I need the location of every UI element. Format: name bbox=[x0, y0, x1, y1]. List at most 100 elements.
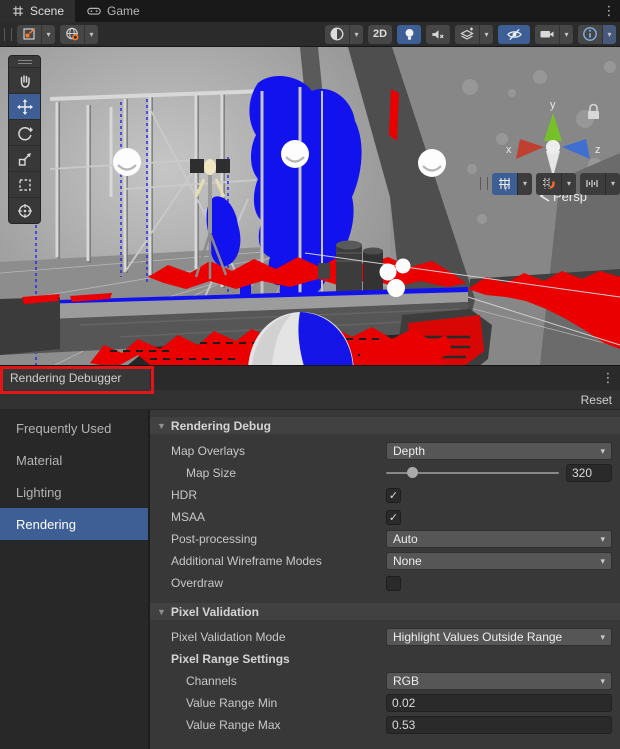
globe-icon bbox=[60, 25, 84, 44]
grid-toolbar-drag-handle[interactable] bbox=[480, 177, 488, 190]
map-size-field[interactable] bbox=[566, 464, 612, 482]
tab-game-label: Game bbox=[107, 4, 140, 18]
sidebar-item-lighting[interactable]: Lighting bbox=[0, 476, 148, 508]
row-msaa: MSAA ✓ bbox=[150, 506, 620, 528]
row-overdraw: Overdraw bbox=[150, 572, 620, 594]
foldout-triangle-icon: ▼ bbox=[157, 607, 166, 617]
grid-toolbar: Y ▾ ▾ ▾ bbox=[480, 171, 620, 196]
toolbar-drag-handle[interactable] bbox=[4, 28, 12, 41]
transform-tool-button[interactable] bbox=[9, 197, 40, 223]
channels-value: RGB bbox=[393, 674, 419, 688]
draw-mode-dropdown-arrow[interactable]: ▾ bbox=[349, 25, 363, 44]
section-title: Pixel Validation bbox=[171, 605, 259, 619]
info-icon bbox=[578, 25, 602, 44]
eye-off-icon bbox=[506, 27, 523, 42]
dropdown-arrow-icon: ▾ bbox=[600, 556, 605, 567]
row-map-size: Map Size bbox=[150, 462, 620, 484]
value-range-min-field[interactable] bbox=[386, 694, 612, 712]
dropdown-arrow-icon: ▾ bbox=[600, 446, 605, 457]
grid-plane-dropdown-arrow[interactable]: ▾ bbox=[517, 173, 532, 195]
grid-y-icon: Y bbox=[492, 173, 517, 195]
gizmos-info-button[interactable]: ▾ bbox=[578, 25, 616, 44]
camera-dropdown-arrow[interactable]: ▾ bbox=[559, 25, 573, 44]
gamepad-icon bbox=[86, 4, 102, 18]
hand-tool-button[interactable] bbox=[9, 67, 40, 93]
axis-x-label: x bbox=[506, 144, 512, 156]
gizmos-dropdown-arrow[interactable]: ▾ bbox=[602, 25, 616, 44]
camera-settings-button[interactable]: ▾ bbox=[535, 25, 573, 44]
value-range-max-field[interactable] bbox=[386, 716, 612, 734]
rendering-debugger-title: Rendering Debugger bbox=[10, 371, 121, 385]
msaa-label: MSAA bbox=[171, 510, 386, 524]
grid-snap-button[interactable]: ▾ bbox=[536, 173, 576, 195]
additional-wireframe-dropdown[interactable]: None ▾ bbox=[386, 552, 612, 570]
dropdown-arrow-icon: ▾ bbox=[600, 534, 605, 545]
msaa-checkbox[interactable]: ✓ bbox=[386, 510, 401, 525]
map-size-slider[interactable] bbox=[386, 464, 559, 482]
scene-visibility-button[interactable] bbox=[498, 25, 530, 44]
overdraw-label: Overdraw bbox=[171, 576, 386, 590]
tab-game[interactable]: Game bbox=[75, 0, 151, 22]
transform-icon bbox=[17, 203, 33, 219]
section-header-pixel-validation[interactable]: ▼ Pixel Validation bbox=[150, 603, 620, 620]
row-value-range-max: Value Range Max bbox=[150, 714, 620, 736]
effects-dropdown-arrow[interactable]: ▾ bbox=[479, 25, 493, 44]
draw-mode-button[interactable]: ▾ bbox=[325, 25, 363, 44]
debugger-body: Frequently Used Material Lighting Render… bbox=[0, 410, 620, 749]
snap-grid-icon bbox=[536, 173, 561, 195]
grid-fade-dropdown-arrow[interactable]: ▾ bbox=[605, 173, 620, 195]
rect-tool-button[interactable] bbox=[9, 171, 40, 197]
slider-handle[interactable] bbox=[407, 467, 418, 478]
scene-toolbar-right: ▾ 2D bbox=[325, 25, 616, 44]
hdr-checkbox[interactable]: ✓ bbox=[386, 488, 401, 503]
scene-toolbar: ▾ ▾ ▾ bbox=[0, 22, 620, 47]
2d-toggle-button[interactable]: 2D bbox=[368, 25, 392, 44]
audio-mute-button[interactable] bbox=[426, 25, 450, 44]
overdraw-checkbox[interactable] bbox=[386, 576, 401, 591]
move-tool-button[interactable] bbox=[9, 93, 40, 119]
scale-tool-button[interactable] bbox=[9, 145, 40, 171]
effects-button[interactable]: ▾ bbox=[455, 25, 493, 44]
post-processing-label: Post-processing bbox=[171, 532, 386, 546]
post-processing-value: Auto bbox=[393, 532, 418, 546]
rotate-tool-button[interactable] bbox=[9, 119, 40, 145]
pixel-validation-mode-label: Pixel Validation Mode bbox=[171, 630, 386, 644]
row-additional-wireframe: Additional Wireframe Modes None ▾ bbox=[150, 550, 620, 572]
post-processing-dropdown[interactable]: Auto ▾ bbox=[386, 530, 612, 548]
pixel-validation-mode-dropdown[interactable]: Highlight Values Outside Range ▾ bbox=[386, 628, 612, 646]
additional-wireframe-label: Additional Wireframe Modes bbox=[171, 554, 386, 568]
handle-orientation-button[interactable]: ▾ bbox=[60, 25, 98, 44]
sidebar-item-frequently-used[interactable]: Frequently Used bbox=[0, 412, 148, 444]
tab-scene[interactable]: Scene bbox=[0, 0, 75, 22]
scene-viewport[interactable]: y x z Persp bbox=[0, 47, 620, 365]
grid-plane-button[interactable]: Y ▾ bbox=[492, 173, 532, 195]
map-overlays-dropdown[interactable]: Depth ▾ bbox=[386, 442, 612, 460]
effects-icon bbox=[455, 25, 479, 44]
rendering-debugger-tab[interactable]: Rendering Debugger bbox=[0, 366, 150, 390]
palette-drag-handle[interactable] bbox=[9, 56, 40, 67]
scene-render: y x z Persp bbox=[0, 47, 620, 365]
sidebar-item-material[interactable]: Material bbox=[0, 444, 148, 476]
tool-settings-dropdown-arrow[interactable]: ▾ bbox=[41, 25, 55, 44]
handle-orientation-dropdown-arrow[interactable]: ▾ bbox=[84, 25, 98, 44]
dropdown-arrow-icon: ▾ bbox=[600, 676, 605, 687]
scene-lighting-button[interactable] bbox=[397, 25, 421, 44]
pixel-range-settings-label: Pixel Range Settings bbox=[171, 652, 386, 666]
channels-label: Channels bbox=[171, 674, 386, 688]
rect-tool-icon bbox=[17, 177, 33, 193]
sidebar-item-rendering[interactable]: Rendering bbox=[0, 508, 148, 540]
tool-settings-button[interactable]: ▾ bbox=[17, 25, 55, 44]
tab-scene-label: Scene bbox=[30, 4, 64, 18]
reset-button[interactable]: Reset bbox=[581, 393, 612, 407]
debugger-toolbar: Reset bbox=[0, 390, 620, 410]
debugger-menu-icon[interactable]: ⋮ bbox=[596, 366, 620, 390]
channels-dropdown[interactable]: RGB ▾ bbox=[386, 672, 612, 690]
camera-icon bbox=[535, 25, 559, 44]
grid-snap-dropdown-arrow[interactable]: ▾ bbox=[561, 173, 576, 195]
row-post-processing: Post-processing Auto ▾ bbox=[150, 528, 620, 550]
section-header-rendering-debug[interactable]: ▼ Rendering Debug bbox=[150, 417, 620, 434]
grid-fade-button[interactable]: ▾ bbox=[580, 173, 620, 195]
audio-muted-icon bbox=[430, 27, 446, 42]
scene-window-menu-icon[interactable]: ⋮ bbox=[598, 0, 620, 22]
move-icon bbox=[17, 99, 33, 115]
